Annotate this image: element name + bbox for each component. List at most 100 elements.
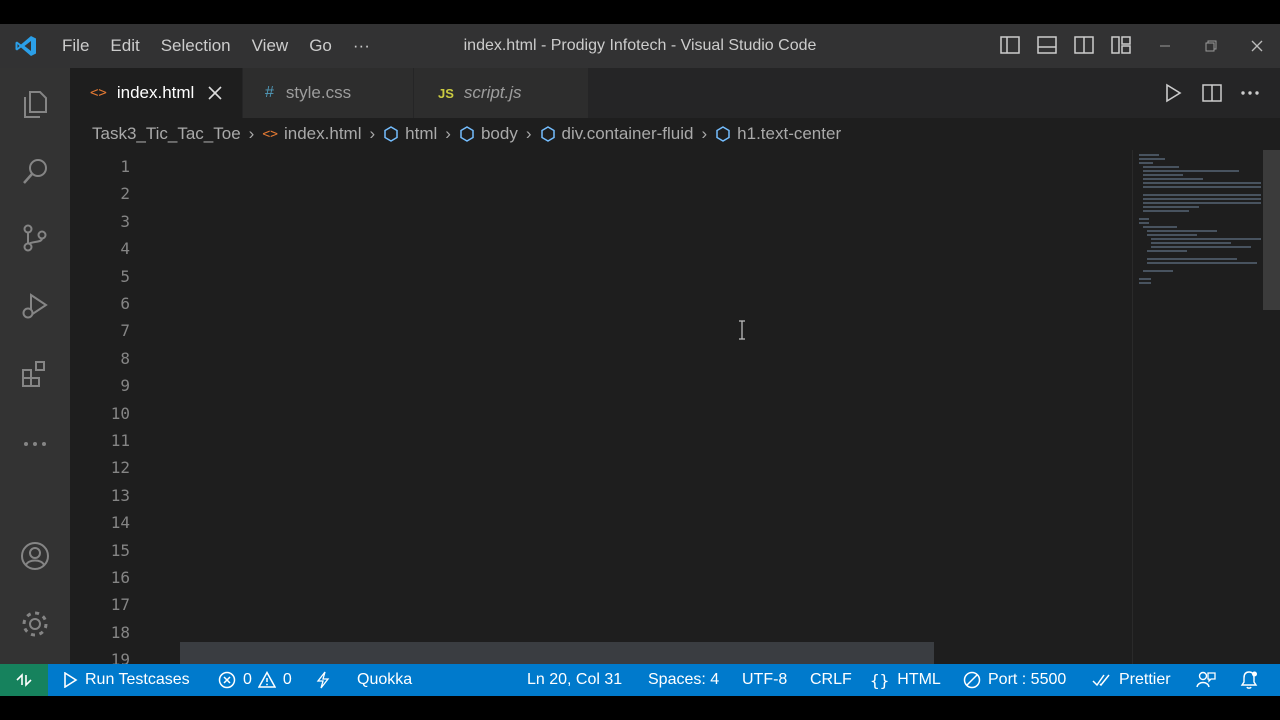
- breadcrumb-html[interactable]: html: [405, 124, 437, 144]
- extensions-button[interactable]: [15, 354, 55, 394]
- files-icon: [24, 91, 47, 118]
- warning-icon: [257, 671, 276, 688]
- more-views-button[interactable]: [15, 424, 55, 464]
- line-number: 19: [110, 650, 130, 664]
- line-number: 10: [110, 403, 130, 423]
- minimap[interactable]: [1132, 150, 1280, 664]
- toggle-panel-icon[interactable]: [1037, 36, 1057, 54]
- quokka-lightning[interactable]: [316, 664, 337, 696]
- more-actions-icon[interactable]: [1240, 90, 1260, 96]
- line-number: 9: [120, 376, 130, 396]
- line-number: 5: [120, 266, 130, 286]
- breadcrumb-h1[interactable]: h1.text-center: [737, 124, 841, 144]
- bell-icon: [1240, 671, 1258, 689]
- encoding-label: UTF-8: [742, 671, 788, 688]
- cursor-position[interactable]: Ln 20, Col 31: [527, 664, 622, 696]
- chevron-right-icon: ›: [525, 124, 532, 143]
- run-and-debug-button[interactable]: [15, 286, 55, 326]
- eol-label: CRLF: [810, 671, 852, 688]
- line-number: 4: [120, 239, 130, 259]
- live-server-port[interactable]: Port : 5500: [963, 664, 1066, 696]
- port-label: Port : 5500: [988, 671, 1067, 688]
- minimize-icon: [1160, 45, 1170, 47]
- tab-label: script.js: [463, 83, 522, 102]
- problems-indicator[interactable]: 0 0: [218, 664, 292, 696]
- source-control-button[interactable]: [15, 218, 55, 258]
- language-label: HTML: [897, 671, 941, 688]
- double-check-icon: [1092, 674, 1110, 687]
- source-control-icon: [23, 224, 47, 252]
- run-testcases-label: Run Testcases: [85, 671, 190, 688]
- feedback-button[interactable]: [1196, 664, 1223, 696]
- scrollbar-thumb[interactable]: [1263, 150, 1280, 310]
- explorer-button[interactable]: [15, 84, 55, 124]
- line-number: 14: [110, 513, 130, 533]
- quokka-label: Quokka: [357, 671, 413, 688]
- tab-style-css[interactable]: # style.css: [243, 68, 413, 118]
- code-editor[interactable]: 12345678910111213141516171819 DOCTYPE ht…: [70, 150, 1132, 664]
- line-number: 1: [120, 157, 130, 176]
- title-bar: File Edit Selection View Go ··· index.ht…: [0, 24, 1280, 68]
- breadcrumb-folder[interactable]: Task3_Tic_Tac_Toe: [92, 124, 241, 144]
- chevron-right-icon: ›: [445, 124, 451, 143]
- prettier-button[interactable]: Prettier: [1092, 664, 1171, 696]
- spaces-label: Spaces: 4: [648, 671, 720, 688]
- warning-count: 0: [282, 671, 292, 688]
- run-testcases-button[interactable]: Run Testcases: [62, 664, 190, 696]
- search-button[interactable]: [15, 152, 55, 192]
- breadcrumb-body[interactable]: body: [481, 124, 518, 144]
- line-number: 17: [110, 595, 130, 615]
- tab-script-js[interactable]: JS script.js: [414, 68, 588, 118]
- line-number: 15: [110, 540, 130, 560]
- line-number: 3: [120, 211, 130, 231]
- search-icon: [23, 159, 47, 184]
- restore-button[interactable]: [1188, 24, 1234, 68]
- ellipsis-icon: [24, 442, 46, 446]
- chevron-right-icon: ›: [369, 124, 376, 143]
- toggle-primary-sidebar-icon[interactable]: [1000, 36, 1020, 54]
- cursor-position-label: Ln 20, Col 31: [527, 671, 623, 688]
- remote-indicator[interactable]: [0, 664, 48, 696]
- breadcrumb-file[interactable]: index.html: [284, 124, 361, 144]
- line-number: 7: [120, 321, 130, 341]
- notifications-button[interactable]: [1240, 664, 1265, 696]
- error-count: 0: [243, 671, 252, 688]
- html-file-icon: <>: [262, 126, 278, 142]
- language-mode-selector[interactable]: {} HTML: [870, 664, 941, 696]
- split-editor-icon[interactable]: [1202, 84, 1222, 102]
- customize-layout-icon[interactable]: [1111, 36, 1131, 54]
- account-icon: [21, 542, 49, 570]
- breadcrumb-div[interactable]: div.container-fluid: [562, 124, 694, 144]
- line-number: 16: [110, 568, 130, 587]
- no-entry-icon: [963, 671, 981, 689]
- line-number: 13: [110, 485, 130, 505]
- encoding-selector[interactable]: UTF-8: [742, 664, 787, 696]
- css-file-icon: #: [265, 84, 274, 101]
- breadcrumb: Task3_Tic_Tac_Toe › <> index.html › html…: [70, 118, 1280, 150]
- quokka-button[interactable]: Quokka: [357, 664, 412, 696]
- close-window-button[interactable]: [1234, 24, 1280, 68]
- eol-selector[interactable]: CRLF: [810, 664, 852, 696]
- manage-button[interactable]: [15, 604, 55, 644]
- indentation-selector[interactable]: Spaces: 4: [648, 664, 719, 696]
- run-debug-icon: [22, 293, 48, 319]
- line-number: 11: [110, 431, 130, 450]
- minimize-button[interactable]: [1142, 24, 1188, 68]
- chevron-right-icon: ›: [701, 124, 708, 143]
- js-file-icon: JS: [438, 85, 454, 101]
- tab-label: index.html: [116, 83, 195, 102]
- toggle-secondary-sidebar-icon[interactable]: [1074, 36, 1094, 54]
- extensions-icon: [22, 361, 45, 387]
- line-number: 8: [120, 348, 130, 368]
- remote-icon: [16, 673, 32, 687]
- tab-label: style.css: [285, 83, 352, 102]
- prettier-label: Prettier: [1119, 671, 1171, 688]
- run-icon[interactable]: [1164, 83, 1182, 103]
- tab-index-html[interactable]: <> index.html: [70, 68, 242, 118]
- symbol-element-icon: [540, 126, 555, 142]
- close-tab-icon[interactable]: [208, 86, 222, 100]
- restore-icon: [1205, 40, 1217, 52]
- text-cursor-icon: [739, 320, 745, 340]
- symbol-element-icon: [384, 126, 398, 142]
- accounts-button[interactable]: [15, 536, 55, 576]
